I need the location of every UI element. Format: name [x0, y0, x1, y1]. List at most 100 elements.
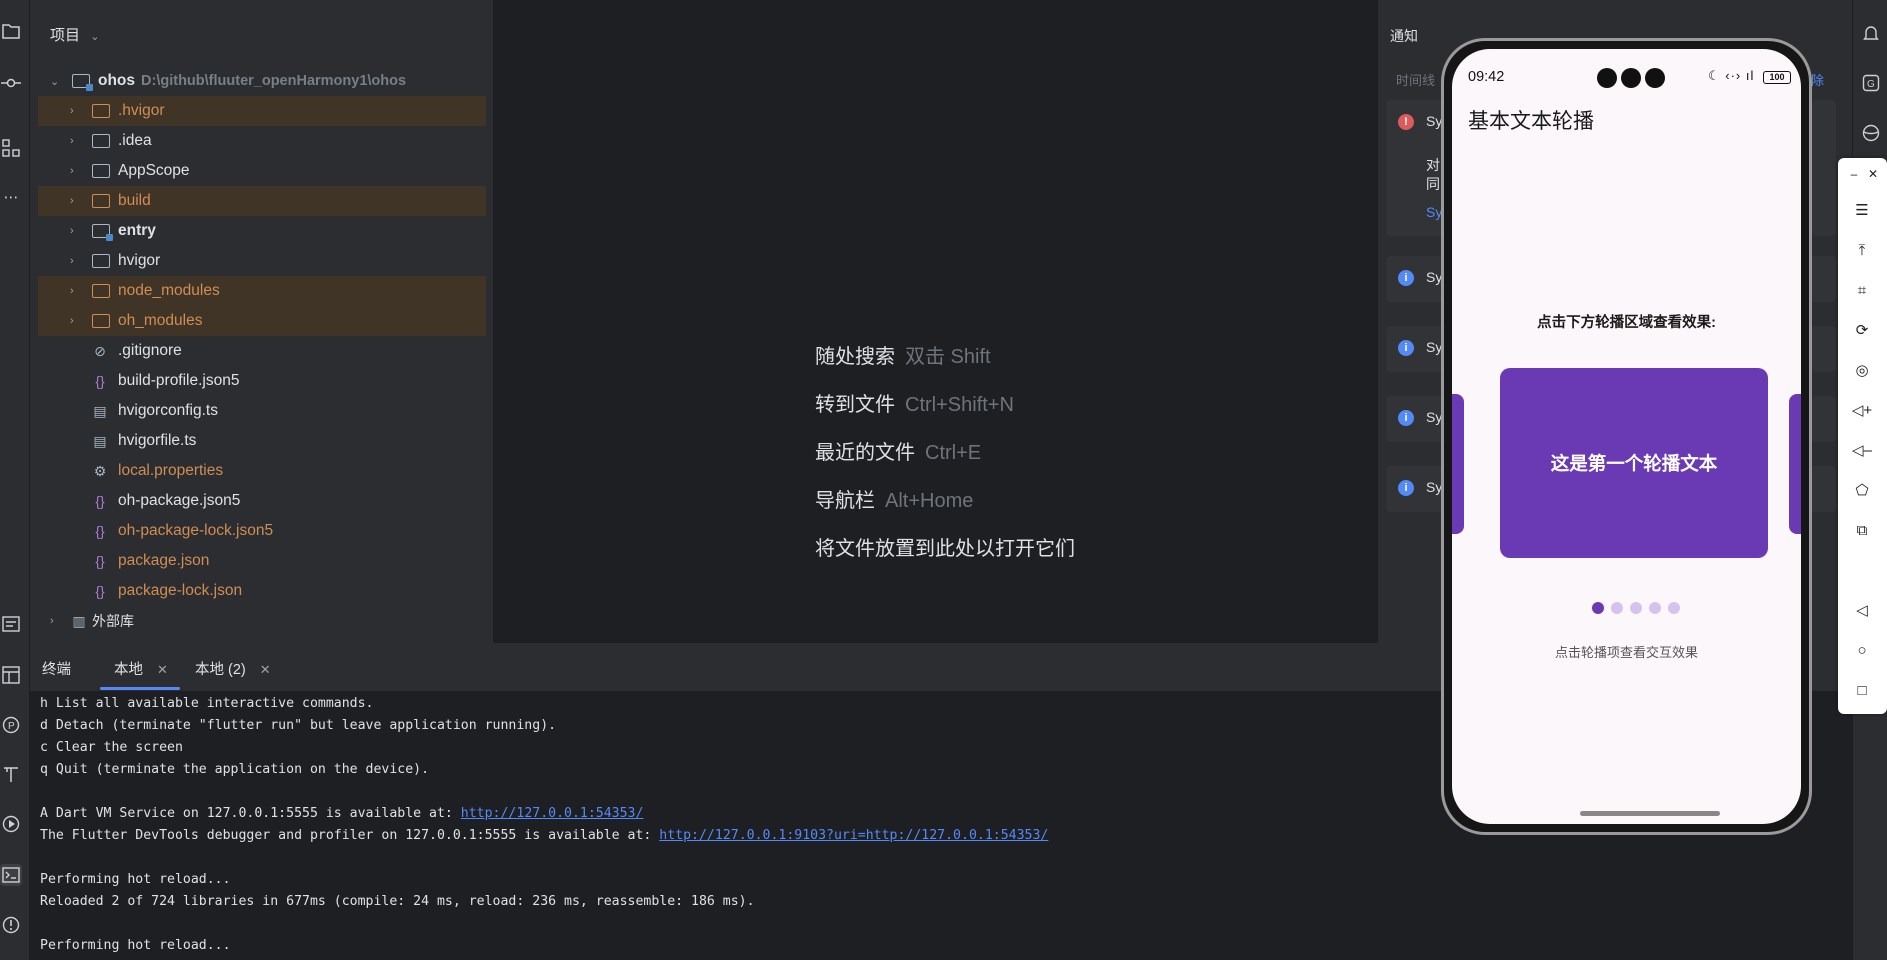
more-icon[interactable]: ⋯: [0, 186, 22, 208]
commit-icon[interactable]: [0, 72, 22, 94]
notification-title: 通知: [1390, 28, 1418, 44]
run-icon[interactable]: [0, 813, 22, 835]
tree-row-external-libs[interactable]: › ▥ 外部库: [38, 606, 486, 636]
profiler-icon[interactable]: P: [0, 714, 22, 736]
editor-hint: 将文件放置到此处以打开它们: [815, 532, 1075, 580]
terminal-icon[interactable]: [0, 864, 22, 886]
home-indicator[interactable]: [1580, 811, 1720, 816]
carousel-dot[interactable]: [1649, 602, 1661, 614]
chevron-right-icon[interactable]: ›: [70, 165, 74, 177]
tree-row[interactable]: › hvigor: [38, 246, 486, 276]
tree-row[interactable]: {} package.json: [38, 546, 486, 576]
project-panel-header[interactable]: 项目 ⌄: [50, 24, 99, 45]
tree-row-label: hvigorfile.ts: [118, 432, 197, 449]
volume-up-icon[interactable]: ◁+: [1850, 398, 1874, 422]
structure-icon[interactable]: [0, 137, 22, 159]
info-icon: i: [1398, 410, 1414, 426]
tree-row[interactable]: {} build-profile.json5: [38, 366, 486, 396]
carousel-next-peek[interactable]: [1789, 394, 1801, 534]
chevron-right-icon[interactable]: ›: [50, 615, 54, 627]
ignore-file-icon: ⊘: [94, 342, 106, 359]
chevron-right-icon[interactable]: ›: [70, 285, 74, 297]
carousel-dot[interactable]: [1611, 602, 1623, 614]
terminal-link[interactable]: http://127.0.0.1:9103?uri=http://127.0.0…: [659, 828, 1048, 843]
chevron-right-icon[interactable]: ›: [70, 195, 74, 207]
chevron-right-icon[interactable]: ›: [70, 315, 74, 327]
pin-top-icon[interactable]: ⤒: [1850, 238, 1874, 262]
todo-icon[interactable]: [0, 613, 22, 635]
notification-card-link[interactable]: Sy: [1426, 204, 1442, 220]
tab-local-2[interactable]: 本地 (2) ✕: [195, 658, 271, 679]
carousel-hint: 点击轮播项查看交互效果: [1554, 645, 1698, 660]
project-folder-icon[interactable]: [0, 20, 22, 42]
chevron-right-icon[interactable]: ›: [70, 105, 74, 117]
notifications-bell-icon[interactable]: [1860, 22, 1882, 44]
carousel-slide[interactable]: 这是第一个轮播文本: [1500, 368, 1768, 558]
tab-label: 终端: [42, 662, 71, 678]
editor-hint-label: 随处搜索: [815, 346, 895, 368]
tree-row[interactable]: › AppScope: [38, 156, 486, 186]
back-icon[interactable]: ◁: [1850, 598, 1874, 622]
tree-row[interactable]: {} oh-package-lock.json5: [38, 516, 486, 546]
close-icon[interactable]: ✕: [157, 662, 168, 677]
shake-icon[interactable]: ⬠: [1850, 478, 1874, 502]
tree-row[interactable]: ▤ hvigorfile.ts: [38, 426, 486, 456]
device-manager-icon[interactable]: [1860, 122, 1882, 144]
problems-icon[interactable]: [0, 914, 22, 936]
tree-row-label: .idea: [118, 132, 152, 149]
tree-row[interactable]: ⊘ .gitignore: [38, 336, 486, 366]
recents-icon[interactable]: □: [1850, 678, 1874, 702]
editor-hint-shortcut: Ctrl+Shift+N: [905, 394, 1014, 416]
info-icon: i: [1398, 340, 1414, 356]
chevron-right-icon[interactable]: ›: [70, 255, 74, 267]
folder-icon: [92, 284, 110, 298]
terminal-link[interactable]: http://127.0.0.1:54353/: [461, 806, 644, 821]
notification-card-title: Sy: [1426, 113, 1443, 129]
home-icon[interactable]: ○: [1850, 638, 1874, 662]
json-file-icon: {}: [95, 583, 105, 599]
menu-icon[interactable]: ☰: [1850, 198, 1874, 222]
volume-down-icon[interactable]: ◁–: [1850, 438, 1874, 462]
tree-row[interactable]: ⚙ local.properties: [38, 456, 486, 486]
chevron-right-icon[interactable]: ›: [70, 225, 74, 237]
tree-root-row[interactable]: ⌄ ohos D:\github\fluuter_openHarmony1\oho…: [38, 66, 486, 96]
chevron-right-icon[interactable]: ›: [70, 135, 74, 147]
tab-label: 本地: [114, 662, 143, 678]
tree-row-label: oh_modules: [118, 312, 203, 329]
build-icon[interactable]: [0, 763, 22, 785]
tree-row[interactable]: › entry: [38, 216, 486, 246]
rotate-icon[interactable]: ⟳: [1850, 318, 1874, 342]
phone-screen[interactable]: 09:42 ☾ ‹·› ıl 100 基本文本轮播 点击下方轮播区域查看效果: …: [1452, 49, 1801, 824]
gradle-icon[interactable]: G: [1860, 72, 1882, 94]
module-folder-icon: [72, 74, 93, 91]
crop-icon[interactable]: ⌗: [1850, 278, 1874, 302]
tree-row[interactable]: › .hvigor: [38, 96, 486, 126]
close-icon[interactable]: ✕: [1861, 162, 1885, 186]
svg-text:P: P: [8, 721, 15, 732]
tree-row-label: oh-package.json5: [118, 492, 241, 509]
terminal-output[interactable]: h List all available interactive command…: [40, 693, 1048, 957]
notification-timeline-label: 时间线: [1396, 73, 1436, 88]
tree-row[interactable]: › build: [38, 186, 486, 216]
tree-row[interactable]: ▤ hvigorconfig.ts: [38, 396, 486, 426]
notification-clear-link[interactable]: 除: [1811, 70, 1824, 89]
carousel-prev-peek[interactable]: [1452, 394, 1464, 534]
multi-device-icon[interactable]: ⧉: [1850, 518, 1874, 542]
close-icon[interactable]: ✕: [260, 662, 271, 677]
tab-local[interactable]: 本地 ✕: [114, 658, 168, 679]
tree-row[interactable]: › .idea: [38, 126, 486, 156]
carousel-dot[interactable]: [1630, 602, 1642, 614]
carousel-indicator: [1592, 602, 1687, 614]
chevron-down-icon[interactable]: ⌄: [50, 75, 59, 88]
tree-row[interactable]: › oh_modules: [38, 306, 486, 336]
tree-row[interactable]: {} package-lock.json: [38, 576, 486, 606]
tree-row[interactable]: {} oh-package.json5: [38, 486, 486, 516]
carousel-dot[interactable]: [1592, 602, 1604, 614]
layout-icon[interactable]: [0, 664, 22, 686]
tree-row[interactable]: › node_modules: [38, 276, 486, 306]
carousel-dot[interactable]: [1668, 602, 1680, 614]
screenshot-icon[interactable]: ◎: [1850, 358, 1874, 382]
tab-terminal[interactable]: 终端: [42, 658, 71, 679]
notification-card-title: Sy: [1426, 339, 1443, 355]
